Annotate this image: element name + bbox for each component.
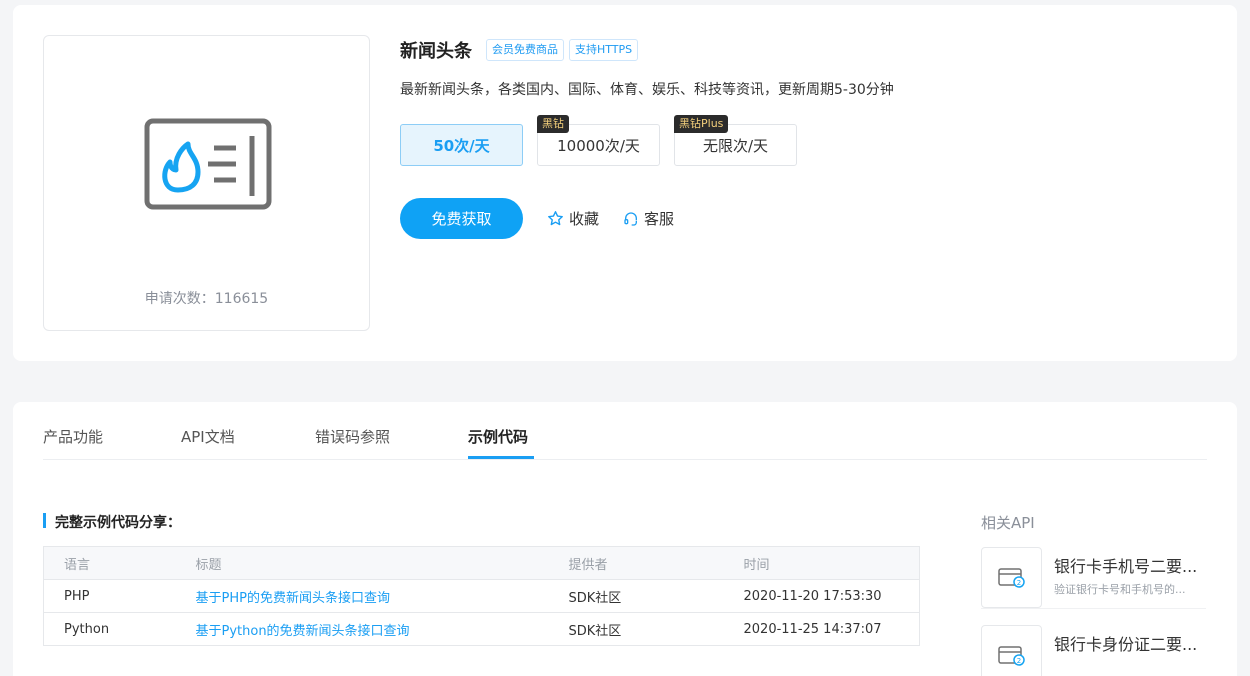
related-api-desc: 验证银行卡号和手机号的... <box>1054 583 1186 596</box>
related-api-item[interactable]: 2 银行卡手机号二要... 验证银行卡号和手机号的... <box>981 547 1206 609</box>
cell-time: 2020-11-20 17:53:30 <box>743 579 920 613</box>
code-title-link[interactable]: 基于PHP的免费新闻头条接口查询 <box>196 591 390 606</box>
table-row: PHP 基于PHP的免费新闻头条接口查询 SDK社区 2020-11-20 17… <box>43 579 920 613</box>
tab-api-docs[interactable]: API文档 <box>181 426 235 447</box>
news-hot-icon <box>144 118 272 210</box>
cell-language: Python <box>43 612 196 646</box>
related-api-name: 银行卡身份证二要... <box>1054 635 1198 654</box>
plan-options: 50次/天 黑钻 10000次/天 黑钻Plus 无限次/天 <box>400 115 1207 166</box>
column-header-title: 标题 <box>195 546 569 580</box>
related-api-item[interactable]: 2 银行卡身份证二要... <box>981 625 1206 676</box>
plan-option-black-diamond-plus[interactable]: 黑钻Plus 无限次/天 <box>674 115 797 166</box>
product-description: 最新新闻头条，各类国内、国际、体育、娱乐、科技等资讯，更新周期5-30分钟 <box>400 82 894 98</box>
plan-label: 10000次/天 <box>557 136 640 155</box>
svg-text:2: 2 <box>1016 657 1020 665</box>
tab-error-codes[interactable]: 错误码参照 <box>315 426 390 447</box>
column-header-provider: 提供者 <box>568 546 744 580</box>
plan-badge: 黑钻 <box>537 115 569 133</box>
bank-card-icon: 2 <box>997 645 1025 666</box>
related-api-thumb: 2 <box>981 625 1042 676</box>
apply-count: 申请次数：116615 <box>144 291 269 307</box>
plan-badge: 黑钻Plus <box>674 115 729 133</box>
customer-service-link[interactable]: 客服 <box>623 208 674 229</box>
related-api-thumb: 2 <box>981 547 1042 608</box>
plan-option-free[interactable]: 50次/天 <box>400 124 523 166</box>
column-header-time: 时间 <box>743 546 920 580</box>
cell-language: PHP <box>43 579 196 613</box>
tab-sample-code[interactable]: 示例代码 <box>468 426 528 447</box>
cell-provider: SDK社区 <box>568 612 744 646</box>
bank-card-icon: 2 <box>997 567 1025 588</box>
plan-option-black-diamond[interactable]: 黑钻 10000次/天 <box>537 115 660 166</box>
product-info: 新闻头条 会员免费商品 支持HTTPS 最新新闻头条，各类国内、国际、体育、娱乐… <box>400 37 1207 239</box>
svg-text:2: 2 <box>1016 579 1020 587</box>
cell-time: 2020-11-25 14:37:07 <box>743 612 920 646</box>
action-row: 免费获取 收藏 客服 <box>400 198 1207 239</box>
plan-label: 50次/天 <box>433 136 490 155</box>
plan-label: 无限次/天 <box>702 136 769 155</box>
table-row: Python 基于Python的免费新闻头条接口查询 SDK社区 2020-11… <box>43 612 920 646</box>
product-card: 申请次数：116615 新闻头条 会员免费商品 支持HTTPS 最新新闻头条，各… <box>13 5 1237 361</box>
column-header-language: 语言 <box>43 546 196 580</box>
tag-https: 支持HTTPS <box>569 39 639 61</box>
favorite-link[interactable]: 收藏 <box>547 208 599 229</box>
content-card: 产品功能 API文档 错误码参照 示例代码 完整示例代码分享： 语言 标题 提供… <box>13 402 1237 676</box>
sample-code-table: 语言 标题 提供者 时间 PHP 基于PHP的免费新闻头条接口查询 SDK社区 … <box>43 546 920 646</box>
related-api-name: 银行卡手机号二要... <box>1054 557 1198 576</box>
code-title-link[interactable]: 基于Python的免费新闻头条接口查询 <box>196 624 410 639</box>
free-get-button[interactable]: 免费获取 <box>400 198 523 239</box>
tab-bar: 产品功能 API文档 错误码参照 示例代码 <box>43 402 1207 460</box>
tag-member-free: 会员免费商品 <box>486 39 564 61</box>
section-title: 完整示例代码分享： <box>43 512 181 532</box>
related-api-panel: 相关API 2 银行卡手机号二要... 验证银行卡号和手机号的... 2 银行卡… <box>981 512 1206 676</box>
product-image-box: 申请次数：116615 <box>43 35 370 331</box>
table-header-row: 语言 标题 提供者 时间 <box>43 546 920 580</box>
related-api-title: 相关API <box>981 514 1035 532</box>
headset-icon <box>624 211 638 226</box>
cell-provider: SDK社区 <box>568 579 744 613</box>
tab-product-features[interactable]: 产品功能 <box>43 426 103 447</box>
title-row: 新闻头条 会员免费商品 支持HTTPS <box>400 37 1207 63</box>
favorite-label: 收藏 <box>569 210 600 228</box>
star-icon <box>548 211 563 226</box>
active-tab-indicator <box>468 456 534 459</box>
product-title: 新闻头条 <box>400 41 472 62</box>
service-label: 客服 <box>644 210 675 228</box>
